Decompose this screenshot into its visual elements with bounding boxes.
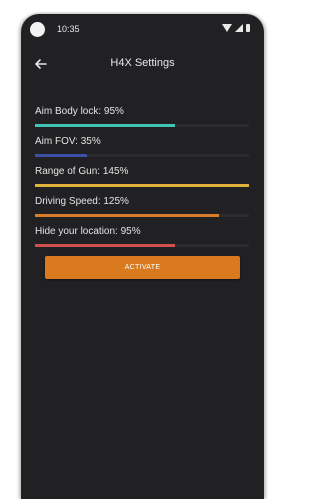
setting-label: Aim FOV: 35%: [35, 136, 101, 147]
setting-slider-track[interactable]: [35, 244, 249, 247]
setting-aim-fov: Aim FOV: 35%: [35, 136, 251, 166]
setting-label: Aim Body lock: 95%: [35, 106, 124, 117]
page-title: H4X Settings: [110, 57, 175, 69]
battery-icon: [246, 24, 250, 32]
setting-slider-track[interactable]: [35, 214, 249, 217]
setting-label: Range of Gun: 145%: [35, 166, 129, 177]
setting-slider-track[interactable]: [35, 124, 249, 127]
setting-slider-fill: [35, 244, 176, 247]
status-bar: 10:35: [21, 14, 264, 46]
wifi-icon: [222, 24, 232, 32]
signal-icon: [235, 24, 243, 32]
activate-button[interactable]: ACTIVATE: [45, 256, 240, 279]
setting-slider-track[interactable]: [35, 184, 249, 187]
setting-slider-fill: [35, 124, 176, 127]
setting-slider-fill: [35, 214, 220, 217]
status-time: 10:35: [57, 24, 80, 34]
setting-slider-fill: [35, 154, 87, 157]
setting-slider-fill: [35, 184, 249, 187]
setting-slider-track[interactable]: [35, 154, 249, 157]
setting-range-of-gun: Range of Gun: 145%: [35, 166, 251, 196]
setting-aim-body-lock: Aim Body lock: 95%: [35, 106, 251, 136]
app-bar: H4X Settings: [21, 56, 264, 78]
setting-driving-speed: Driving Speed: 125%: [35, 196, 251, 226]
setting-label: Driving Speed: 125%: [35, 196, 129, 207]
status-icons: [222, 24, 250, 32]
setting-hide-location: Hide your location: 95%: [35, 226, 251, 256]
setting-label: Hide your location: 95%: [35, 226, 141, 237]
phone-screen: 10:35 H4X Settings Aim Body lock: 95% Ai…: [21, 14, 264, 499]
settings-list: Aim Body lock: 95% Aim FOV: 35% Range of…: [35, 106, 251, 256]
